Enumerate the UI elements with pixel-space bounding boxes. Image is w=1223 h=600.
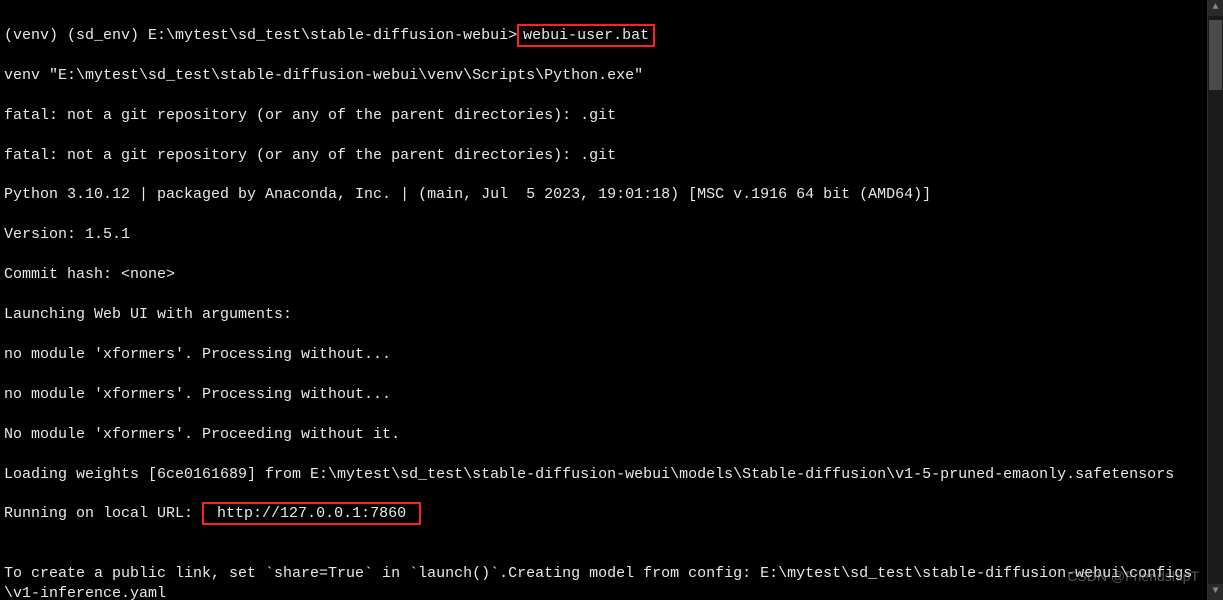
output-line: Launching Web UI with arguments: [4,305,1203,325]
scroll-up-arrow-icon[interactable]: ▲ [1208,0,1223,16]
output-line: No module 'xformers'. Proceeding without… [4,425,1203,445]
terminal-window: (venv) (sd_env) E:\mytest\sd_test\stable… [0,0,1223,600]
watermark-text: CSDN @FriendshipT [1067,567,1199,586]
output-line: Version: 1.5.1 [4,225,1203,245]
vertical-scrollbar[interactable]: ▲ ▼ [1207,0,1223,600]
output-line: no module 'xformers'. Processing without… [4,345,1203,365]
output-line: Python 3.10.12 | packaged by Anaconda, I… [4,185,1203,205]
prompt-prefix: (venv) (sd_env) E:\mytest\sd_test\stable… [4,27,517,44]
url-line: Running on local URL: http://127.0.0.1:7… [4,504,1203,524]
terminal-output[interactable]: (venv) (sd_env) E:\mytest\sd_test\stable… [0,0,1207,600]
output-line: venv "E:\mytest\sd_test\stable-diffusion… [4,66,1203,86]
output-line: Commit hash: <none> [4,265,1203,285]
output-line: fatal: not a git repository (or any of t… [4,106,1203,126]
url-highlight: http://127.0.0.1:7860 [202,502,421,525]
output-line: fatal: not a git repository (or any of t… [4,146,1203,166]
scrollbar-thumb[interactable] [1209,20,1222,90]
output-line: Loading weights [6ce0161689] from E:\myt… [4,465,1203,485]
scroll-down-arrow-icon[interactable]: ▼ [1208,584,1223,600]
command-highlight: webui-user.bat [517,24,655,47]
url-prefix: Running on local URL: [4,505,202,522]
output-line: no module 'xformers'. Processing without… [4,385,1203,405]
output-line: To create a public link, set `share=True… [4,564,1203,600]
prompt-line: (venv) (sd_env) E:\mytest\sd_test\stable… [4,26,1203,46]
